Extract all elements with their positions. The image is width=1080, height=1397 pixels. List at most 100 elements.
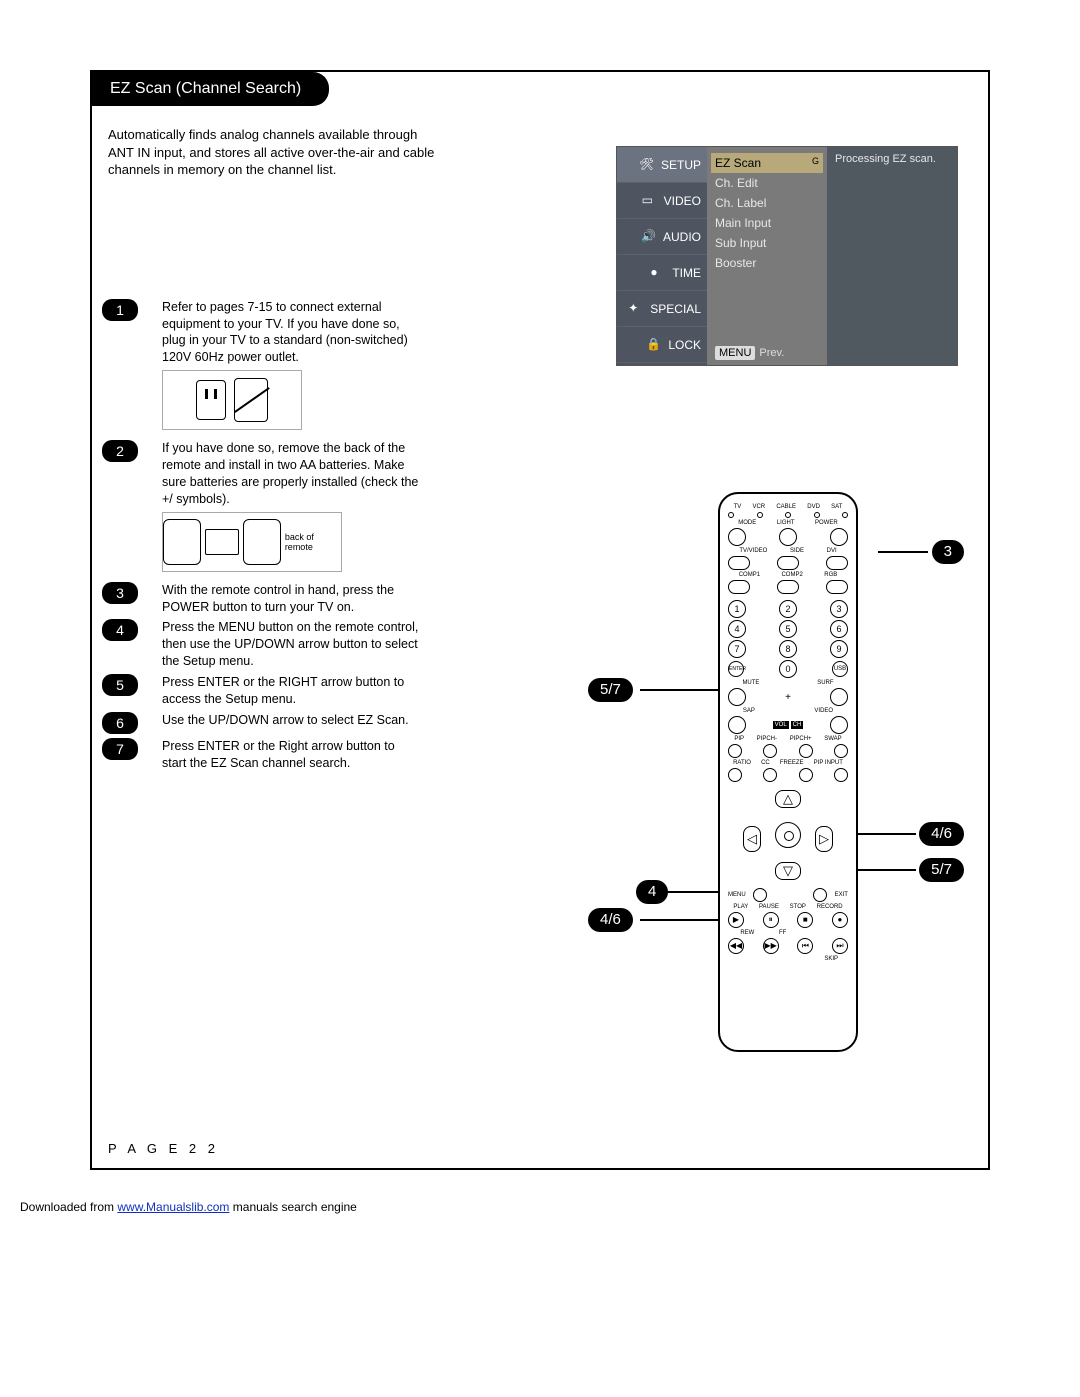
remote-input-labels1: TV/VIDEO SIDE DVI [728, 548, 848, 554]
step-number: 3 [102, 582, 138, 604]
label: MUTE [742, 680, 759, 686]
osd-item: Booster [715, 253, 819, 273]
callout-4-6: 4/6 [588, 908, 633, 932]
label: DVD [807, 504, 820, 510]
label: REW [740, 930, 754, 936]
remote-back-icon [163, 519, 201, 565]
callout-line [668, 891, 724, 893]
callout-5-7: 5/7 [588, 678, 633, 702]
tool-icon: 🛠 [639, 157, 655, 173]
video-icon: ▭ [642, 193, 658, 209]
button [728, 768, 742, 782]
remote-device-labels: TV VCR CABLE DVD SAT [728, 504, 848, 510]
label: RATIO [733, 760, 751, 766]
vol-ch-labels: VOL CH [773, 721, 804, 729]
step-text: Press ENTER or the Right arrow button to… [162, 738, 422, 772]
outlet-icon [196, 380, 226, 420]
remote-illustration: 3 5/7 4/6 5/7 4 4/6 TV VCR CABLE DVD SAT [618, 492, 958, 1062]
battery-icon [205, 529, 239, 555]
remote-input-labels2: COMP1 COMP2 RGB [728, 572, 848, 578]
num-button: 7 [728, 640, 746, 658]
audio-icon: 🔊 [641, 229, 657, 245]
step-text: Press ENTER or the RIGHT arrow button to… [162, 674, 422, 708]
video-button [830, 716, 848, 734]
button [728, 744, 742, 758]
osd-item: Sub Input [715, 233, 819, 253]
remote-input-row1 [728, 556, 848, 570]
label: COMP1 [739, 572, 760, 578]
transport1-row: ▶ ⏸ ■ ● [728, 912, 848, 928]
label: MODE [738, 520, 756, 526]
surf-button [830, 688, 848, 706]
label: LIGHT [777, 520, 795, 526]
no-switched-outlet-icon [234, 378, 268, 422]
osd-tab-time: ● TIME [617, 255, 707, 291]
callout-line [640, 689, 722, 691]
osd-tab-label: AUDIO [663, 230, 701, 244]
callout-5-7: 5/7 [919, 858, 964, 882]
osd-item: Ch. Edit [715, 173, 819, 193]
label: POWER [815, 520, 838, 526]
label: DVI [827, 548, 837, 554]
label: SWAP [824, 736, 841, 742]
button [799, 744, 813, 758]
button [777, 580, 799, 594]
step-text: Use the UP/DOWN arrow to select EZ Scan. [162, 712, 422, 729]
label: SURF [817, 680, 833, 686]
nav-pad: △ ▽ ◁ ▷ [743, 790, 833, 880]
outlet-drawing [162, 370, 302, 430]
record-button: ● [832, 912, 848, 928]
dot-icon [757, 512, 763, 518]
intro-paragraph: Automatically finds analog channels avai… [108, 126, 438, 179]
remote-body: TV VCR CABLE DVD SAT MODE LIGHT POWER [718, 492, 858, 1052]
footer: Downloaded from www.Manualslib.com manua… [20, 1200, 1080, 1214]
battery-caption: back of remote [285, 532, 341, 552]
usb-button: USB [832, 661, 848, 677]
exit-button [813, 888, 827, 902]
stop-button: ■ [797, 912, 813, 928]
mode-button [728, 528, 746, 546]
step-number: 4 [102, 619, 138, 641]
step-number: 2 [102, 440, 138, 462]
label: STOP [790, 904, 806, 910]
ok-button [775, 822, 801, 848]
right-arrow-button: ▷ [815, 826, 833, 852]
battery-drawing: back of remote [162, 512, 342, 572]
button [799, 768, 813, 782]
dot-icon [842, 512, 848, 518]
pip-labels: PIP PIPCH- PIPCH+ SWAP [728, 736, 848, 742]
label: PLAY [733, 904, 748, 910]
step-text: Press the MENU button on the remote cont… [162, 619, 422, 670]
footer-pre: Downloaded from [20, 1200, 117, 1214]
osd-tab-audio: 🔊 AUDIO [617, 219, 707, 255]
osd-tab-setup: 🛠 SETUP [617, 147, 707, 183]
button [728, 556, 750, 570]
button [728, 580, 750, 594]
step-number: 5 [102, 674, 138, 696]
menu-label: MENU [728, 892, 746, 898]
label: VCR [752, 504, 765, 510]
label: TV/VIDEO [739, 548, 767, 554]
pause-button: ⏸ [763, 912, 779, 928]
remote-input-row2 [728, 580, 848, 594]
footer-post: manuals search engine [229, 1200, 356, 1214]
label: PIPCH- [757, 736, 777, 742]
num-button: 2 [779, 600, 797, 618]
footer-link[interactable]: www.Manualslib.com [117, 1200, 229, 1214]
transport2-labels: REW FF [728, 930, 848, 936]
skip-fwd-button: ⏭ [832, 938, 848, 954]
num-button: 8 [779, 640, 797, 658]
down-arrow-button: ▽ [775, 862, 801, 880]
play-button: ▶ [728, 912, 744, 928]
mute-surf-row: + [728, 688, 848, 706]
label: CC [761, 760, 770, 766]
step-text: With the remote control in hand, press t… [162, 582, 422, 616]
ratio-row [728, 768, 848, 782]
button [826, 556, 848, 570]
step-text: If you have done so, remove the back of … [162, 440, 422, 508]
ff-button: ▶▶ [763, 938, 779, 954]
ratio-labels: RATIO CC FREEZE PIP INPUT [728, 760, 848, 766]
rew-button: ◀◀ [728, 938, 744, 954]
osd-item-ezscan: EZ Scan G [711, 153, 823, 173]
mute-surf-labels: MUTE SURF [728, 680, 848, 686]
